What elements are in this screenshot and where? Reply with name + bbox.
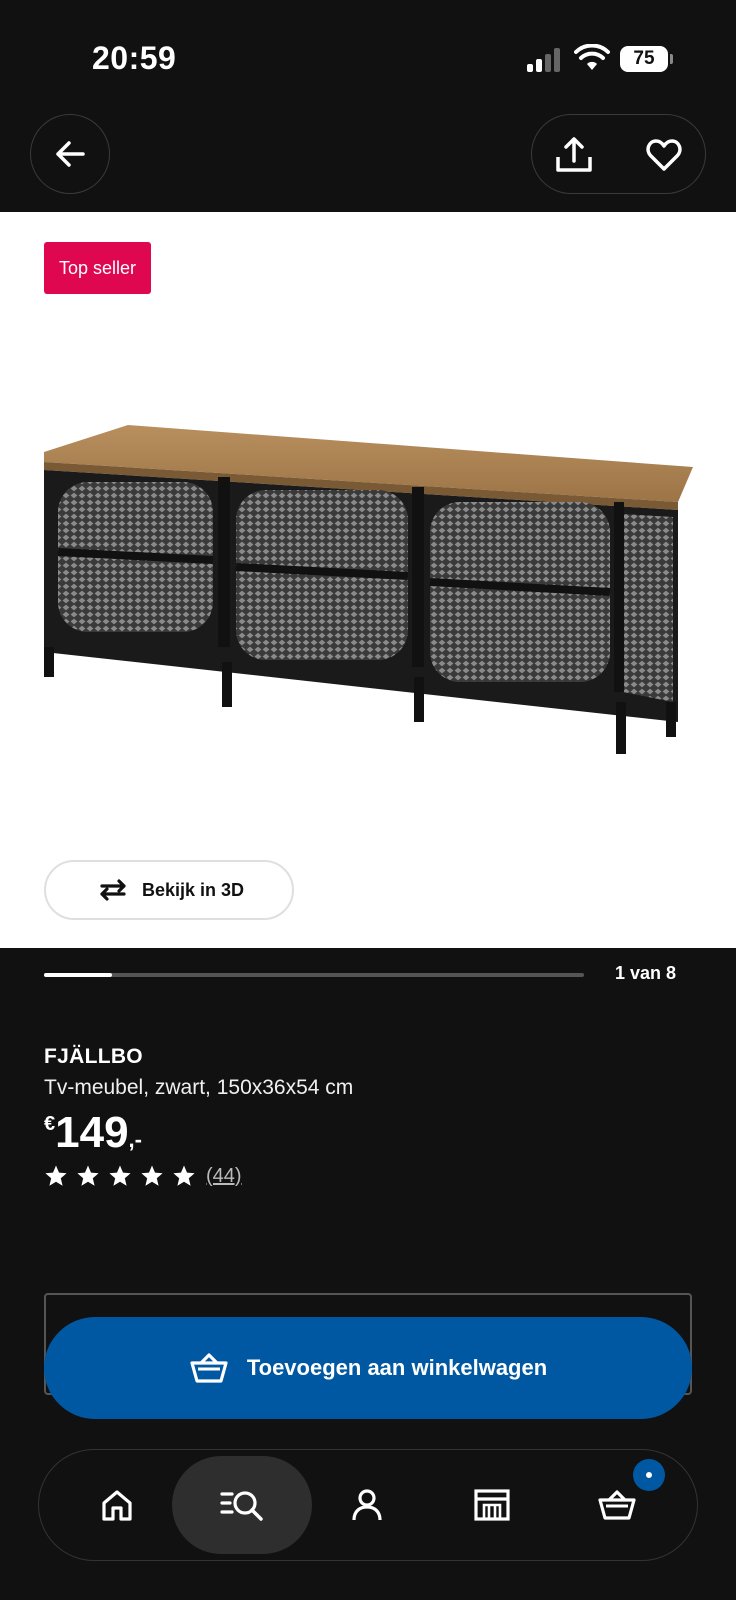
signal-icon [527,48,563,72]
rotate-3d-icon [100,879,126,901]
view-3d-button[interactable]: Bekijk in 3D [44,860,294,920]
header-actions [531,114,706,194]
product-gallery[interactable]: Top seller Bekijk in 3D [0,212,736,948]
share-icon [556,137,592,172]
price-amount: 149 [55,1108,129,1157]
status-time: 20:59 [92,40,177,76]
home-icon [102,1490,132,1521]
share-button[interactable] [550,131,598,179]
product-rating[interactable]: (44) [44,1164,242,1188]
heart-icon [646,139,682,171]
basket-icon [598,1490,636,1520]
star-icon [45,1165,67,1186]
gallery-progress-track [44,973,584,977]
back-button[interactable] [30,114,110,194]
review-count-link[interactable]: (44) [206,1165,242,1188]
rating-stars [44,1164,196,1188]
wifi-icon [574,44,610,70]
price-suffix: ,- [128,1127,142,1152]
add-to-cart-button[interactable]: Toevoegen aan winkelwagen [44,1317,692,1419]
price-currency: € [44,1113,56,1135]
add-to-cart-label: Toevoegen aan winkelwagen [246,1355,548,1380]
star-icon [141,1165,163,1186]
basket-icon [190,1353,228,1383]
product-image [44,425,693,754]
product-description: Tv-meubel, zwart, 150x36x54 cm [44,1076,354,1099]
battery-indicator: 75 [620,46,668,72]
person-icon [352,1489,382,1521]
product-name: FJÄLLBO [44,1045,143,1068]
star-icon [173,1165,195,1186]
nav-cart[interactable] [547,1456,687,1554]
star-icon [109,1165,131,1186]
gallery-counter: 1 van 8 [614,963,676,983]
view-3d-label: Bekijk in 3D [141,879,245,900]
cart-badge [633,1459,665,1491]
nav-search[interactable] [172,1456,312,1554]
store-icon [474,1489,510,1521]
top-seller-badge: Top seller [44,242,152,294]
battery-tip [670,54,673,64]
bottom-navigation [38,1449,698,1561]
arrow-left-icon [56,141,85,167]
nav-store[interactable] [422,1456,562,1554]
favorite-button[interactable] [640,131,688,179]
star-icon [77,1165,99,1186]
search-list-icon [220,1491,263,1521]
nav-profile[interactable] [297,1456,437,1554]
status-bar: 20:59 75 [0,0,736,110]
product-price: € 149 ,- [44,1105,142,1161]
nav-home[interactable] [47,1456,187,1554]
gallery-progress-fill [44,973,112,977]
